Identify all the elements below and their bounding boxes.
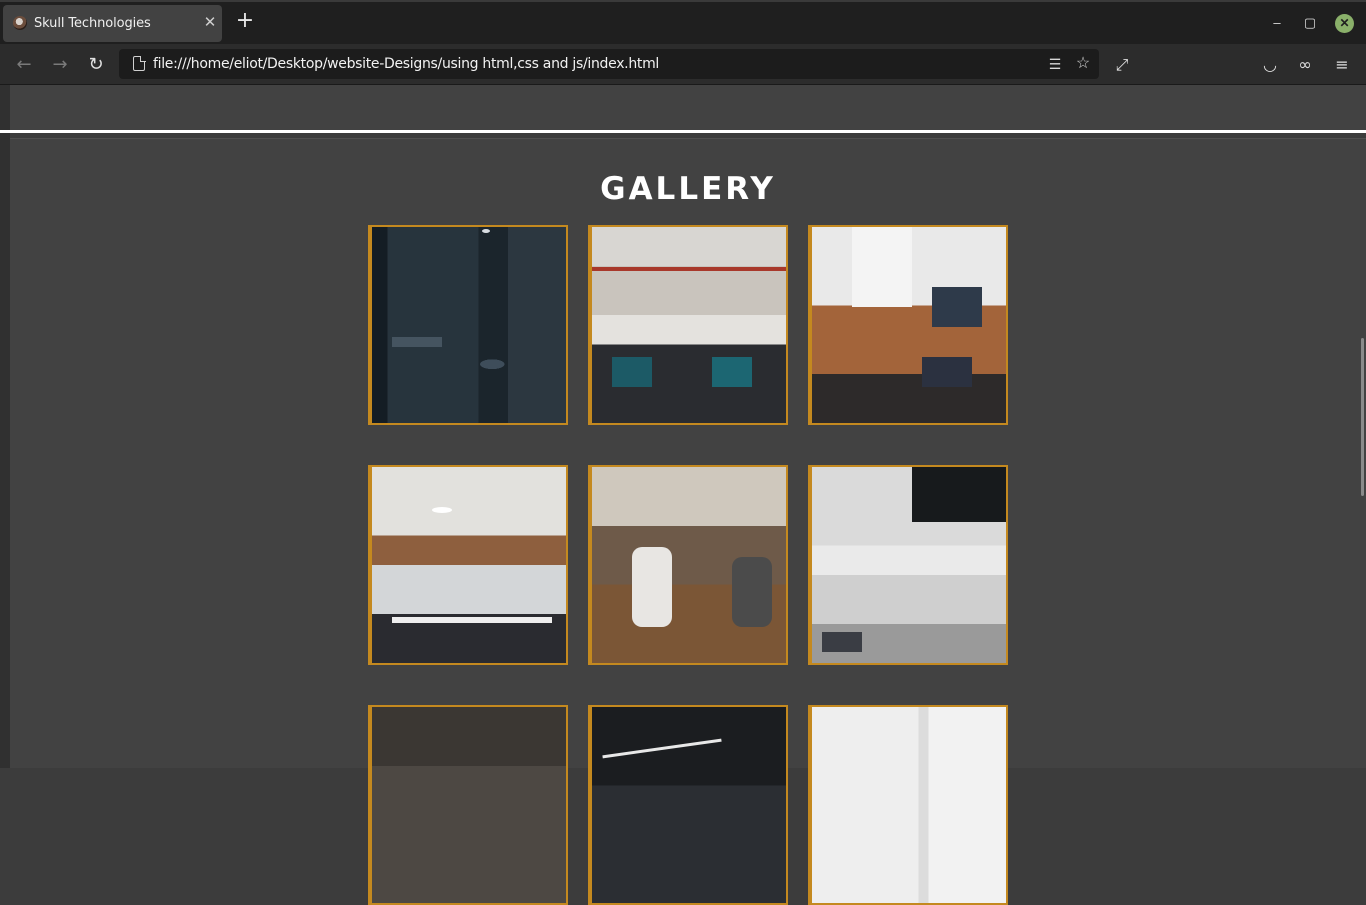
gallery-photo-1[interactable] bbox=[368, 225, 568, 425]
reader-view-icon[interactable]: ☰ bbox=[1045, 54, 1065, 74]
person-silhouette bbox=[932, 287, 982, 327]
dark-ceiling bbox=[912, 467, 1006, 522]
tab-bar: Skull Technologies ✕ + – ▢ ✕ bbox=[0, 0, 1366, 44]
back-button[interactable]: ← bbox=[12, 53, 36, 77]
white-office-window-image bbox=[812, 707, 1006, 903]
window-light bbox=[852, 227, 912, 307]
office-interior-chairs-image bbox=[372, 467, 566, 663]
gallery-photo-3[interactable] bbox=[808, 225, 1008, 425]
person-white-shirt bbox=[632, 547, 672, 627]
address-bar[interactable]: file:///home/eliot/Desktop/website-Desig… bbox=[119, 49, 1099, 79]
page-viewport: GALLERY bbox=[0, 85, 1366, 905]
bookmark-star-icon[interactable]: ☆ bbox=[1073, 54, 1093, 74]
gallery-photo-2[interactable] bbox=[588, 225, 788, 425]
laptop bbox=[922, 357, 972, 387]
ceiling-light bbox=[482, 229, 490, 233]
navigation-toolbar: ← → ↻ file:///home/eliot/Desktop/website… bbox=[0, 44, 1366, 85]
section-divider bbox=[0, 130, 1366, 133]
left-edge bbox=[0, 85, 10, 768]
page-icon bbox=[133, 55, 146, 71]
desk bbox=[392, 617, 552, 623]
gallery-title: GALLERY bbox=[600, 171, 776, 207]
gallery-photo-9[interactable] bbox=[808, 705, 1008, 905]
new-tab-button[interactable]: + bbox=[234, 10, 256, 33]
maximize-window-button[interactable]: ▢ bbox=[1300, 13, 1320, 33]
person-dark-shirt bbox=[732, 557, 772, 627]
pocket-icon[interactable]: ◡ bbox=[1258, 53, 1282, 77]
url-text[interactable]: file:///home/eliot/Desktop/website-Desig… bbox=[153, 56, 659, 72]
fullscreen-icon[interactable]: ⤢ bbox=[1110, 53, 1134, 77]
monitor-glow-2 bbox=[712, 357, 752, 387]
gallery-photo-6[interactable] bbox=[808, 465, 1008, 665]
gallery-photo-5[interactable] bbox=[588, 465, 788, 665]
close-window-button[interactable]: ✕ bbox=[1335, 14, 1354, 33]
skull-favicon-icon bbox=[13, 16, 27, 30]
tab-title: Skull Technologies bbox=[34, 16, 151, 31]
menu-icon[interactable]: ≡ bbox=[1330, 53, 1354, 77]
reload-button[interactable]: ↻ bbox=[84, 53, 108, 77]
monitor-glow bbox=[612, 357, 652, 387]
browser-tab[interactable]: Skull Technologies ✕ bbox=[3, 5, 222, 42]
close-tab-icon[interactable]: ✕ bbox=[201, 14, 219, 32]
page-scrollbar[interactable] bbox=[1361, 338, 1364, 496]
gallery-photo-8[interactable] bbox=[588, 705, 788, 905]
office-ceiling-beams-image bbox=[372, 707, 566, 903]
forward-button[interactable]: → bbox=[48, 53, 72, 77]
gallery-photo-4[interactable] bbox=[368, 465, 568, 665]
minimize-window-button[interactable]: – bbox=[1267, 13, 1287, 33]
gallery-section: GALLERY bbox=[10, 138, 1366, 905]
screen-glow bbox=[392, 337, 442, 347]
dark-office-meeting-image bbox=[372, 227, 566, 423]
red-pipe bbox=[592, 267, 786, 271]
monitor bbox=[822, 632, 862, 652]
previous-section bbox=[10, 85, 1366, 130]
private-mask-icon[interactable]: ∞ bbox=[1293, 53, 1317, 77]
ceiling-lamp bbox=[432, 507, 452, 513]
office-ceiling-lights-image bbox=[592, 707, 786, 903]
gallery-photo-7[interactable] bbox=[368, 705, 568, 905]
open-office-pendant-lights-image bbox=[592, 227, 786, 423]
